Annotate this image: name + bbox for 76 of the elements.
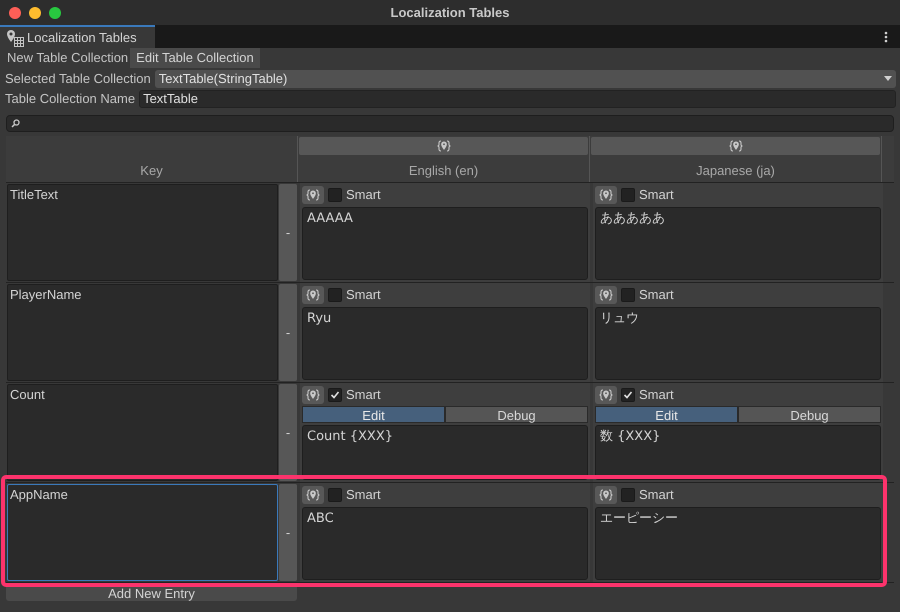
smart-label: Smart: [639, 286, 674, 304]
locale-settings-button[interactable]: [595, 186, 617, 204]
close-button[interactable]: [9, 6, 21, 18]
smart-label: Smart: [346, 486, 381, 504]
field-label: Selected Table Collection: [5, 70, 151, 88]
locale-settings-button[interactable]: [302, 286, 324, 304]
smart-label: Smart: [346, 286, 381, 304]
locale-settings-button[interactable]: [595, 286, 617, 304]
locale-pin-icon: [436, 139, 450, 153]
locale-settings-button[interactable]: [302, 486, 324, 504]
locale-pin-icon: [728, 139, 742, 153]
key-field[interactable]: AppName: [7, 484, 278, 581]
locale-pin-icon: [599, 488, 613, 502]
translation-field[interactable]: ABC: [302, 507, 588, 580]
search-field[interactable]: [6, 115, 894, 132]
collection-dropdown[interactable]: TextTable(StringTable): [154, 70, 896, 88]
translation-field[interactable]: Ryu: [302, 307, 588, 380]
locale-pin-icon: [599, 388, 613, 402]
key-header: Key: [6, 136, 298, 182]
smart-checkbox[interactable]: [621, 488, 635, 502]
more-options-icon[interactable]: [884, 31, 888, 43]
remove-entry-button[interactable]: -: [279, 384, 297, 481]
remove-entry-button[interactable]: -: [279, 184, 297, 281]
smart-checkbox[interactable]: [621, 388, 635, 402]
key-field[interactable]: TitleText: [7, 184, 278, 281]
smart-label: Smart: [346, 386, 381, 404]
key-field[interactable]: PlayerName: [7, 284, 278, 381]
smart-label: Smart: [346, 186, 381, 204]
smart-label: Smart: [639, 486, 674, 504]
checkmark-icon: [330, 390, 340, 400]
search-icon: [11, 119, 20, 128]
minimize-button[interactable]: [29, 6, 41, 18]
remove-entry-button[interactable]: -: [279, 484, 297, 581]
mode-tab[interactable]: Debug: [738, 406, 881, 423]
locale-pin-icon: [306, 488, 320, 502]
translation-field[interactable]: リュウ: [595, 307, 881, 380]
window-title: Localization Tables: [390, 4, 510, 22]
smart-checkbox[interactable]: [328, 488, 342, 502]
checkmark-icon: [623, 390, 633, 400]
name-field[interactable]: TextTable: [139, 90, 896, 108]
mode-toolbar-tab[interactable]: Edit Table Collection: [130, 48, 260, 68]
mode-tab[interactable]: Debug: [445, 406, 588, 423]
locale-settings-button[interactable]: [302, 386, 324, 404]
smart-label: Smart: [639, 186, 674, 204]
caret-icon: [884, 76, 892, 82]
smart-checkbox[interactable]: [328, 188, 342, 202]
translation-field[interactable]: エーピーシー: [595, 507, 881, 580]
locale-header: English (en): [408, 162, 480, 180]
smart-checkbox[interactable]: [621, 188, 635, 202]
remove-entry-button[interactable]: -: [279, 284, 297, 381]
mode-toolbar-tab[interactable]: New Table Collection: [5, 48, 130, 68]
editor-tab-label: Localization Tables: [27, 28, 137, 47]
locale-header: Japanese (ja): [695, 162, 776, 180]
locale-pin-icon: [599, 188, 613, 202]
pin-grid-icon: [5, 28, 25, 46]
locale-pin-icon: [306, 388, 320, 402]
mode-tab[interactable]: Edit: [302, 406, 445, 423]
smart-checkbox[interactable]: [621, 288, 635, 302]
locale-pin-icon: [599, 288, 613, 302]
locale-settings-button[interactable]: [595, 486, 617, 504]
locale-settings-button[interactable]: [302, 186, 324, 204]
translation-field[interactable]: 数 {XXX}: [595, 425, 881, 480]
locale-pin-icon: [306, 288, 320, 302]
key-field[interactable]: Count: [7, 384, 278, 481]
translation-field[interactable]: Count {XXX}: [302, 425, 588, 480]
translation-field[interactable]: あああああ: [595, 207, 881, 280]
translation-field[interactable]: AAAAA: [302, 207, 588, 280]
locale-settings-button[interactable]: [595, 386, 617, 404]
smart-label: Smart: [639, 386, 674, 404]
field-label: Table Collection Name: [5, 90, 136, 108]
smart-checkbox[interactable]: [328, 288, 342, 302]
locale-pin-icon: [306, 188, 320, 202]
mode-tab[interactable]: Edit: [595, 406, 738, 423]
editor-tab[interactable]: Localization Tables: [0, 25, 155, 48]
zoom-button[interactable]: [49, 6, 61, 18]
smart-checkbox[interactable]: [328, 388, 342, 402]
